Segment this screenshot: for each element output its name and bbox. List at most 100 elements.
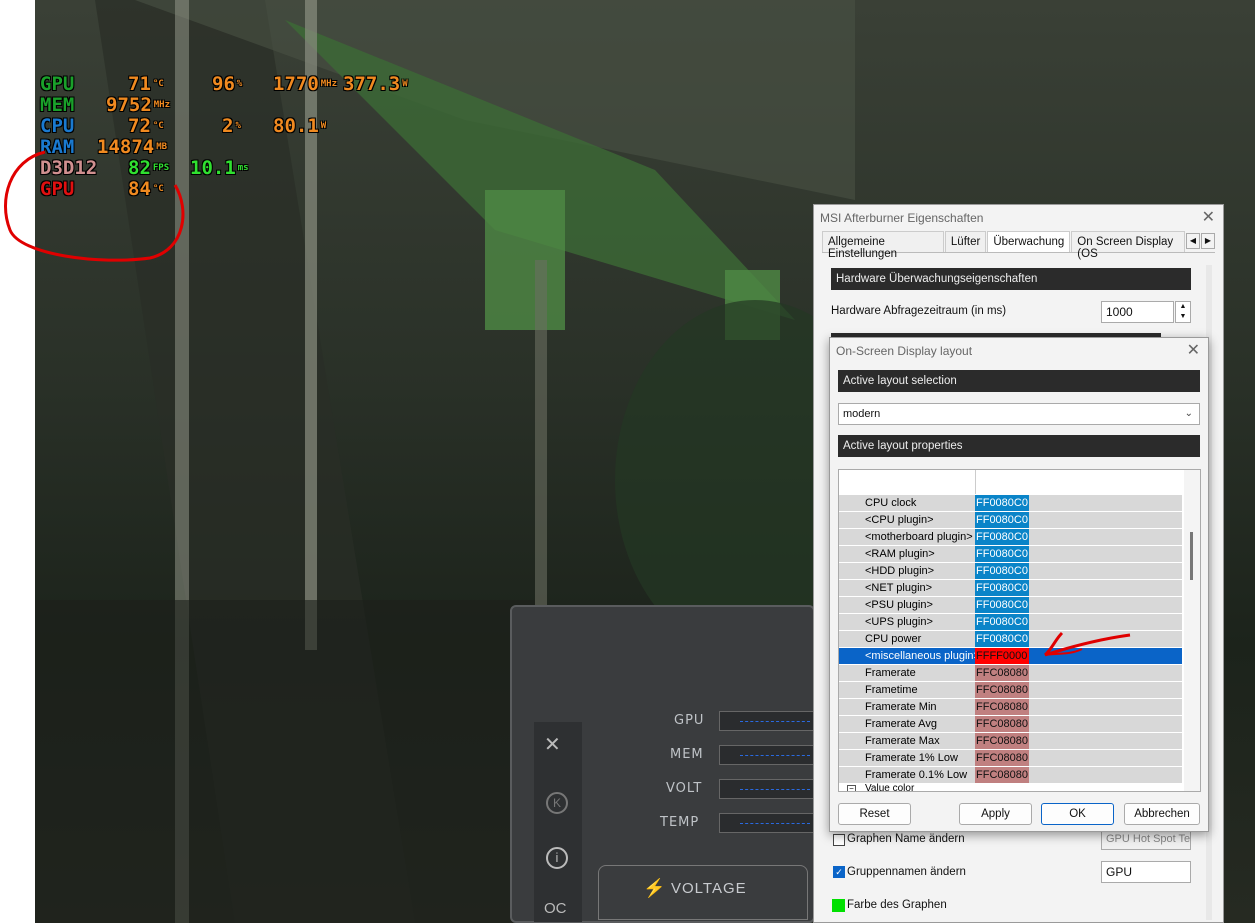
tab-scroll-left-icon[interactable]: ◀ [1186,233,1200,249]
tab-monitoring[interactable]: Überwachung [987,231,1071,252]
property-color-value[interactable]: FFC08080 [975,716,1029,732]
osd-value: 71 [128,73,151,95]
property-label: Framerate Min [839,699,975,715]
afterburner-skin: ✕ K i OC GPU MEM VOLT TEMP ⚡ VOLTAGE [510,605,815,923]
property-color-value[interactable]: FFFF0000 [975,648,1029,664]
bolt-icon: ⚡ [643,878,666,898]
hud-label-temp: TEMP [660,815,700,830]
property-color-value[interactable]: FFC08080 [975,682,1029,698]
value-color-group-row[interactable]: − Value color [839,783,1182,791]
property-color-value[interactable]: FFC08080 [975,699,1029,715]
property-row[interactable]: Framerate Min FFC08080 [839,699,1182,716]
property-row[interactable]: Framerate FFC08080 [839,665,1182,682]
layout-dropdown-value: modern [843,408,881,420]
grid-scroll-thumb[interactable] [1190,532,1193,580]
tab-osd[interactable]: On Screen Display (OS [1071,231,1185,260]
property-row[interactable]: <RAM plugin> FF0080C0 [839,546,1182,563]
chk-rename-graph-label: Graphen Name ändern [847,833,965,845]
graph-color-swatch[interactable] [832,899,845,912]
chk-rename-graph[interactable] [833,834,845,846]
osd-value: 96 [212,73,235,95]
reset-button[interactable]: Reset [838,803,911,825]
property-label: Frametime [839,682,975,698]
property-color-value[interactable]: FF0080C0 [975,529,1029,545]
group-name-input[interactable]: GPU [1101,861,1191,883]
osd-label-mem: MEM [40,94,75,116]
cancel-button[interactable]: Abbrechen [1124,803,1200,825]
tab-scroll-right-icon[interactable]: ▶ [1201,233,1215,249]
osd-unit: W [402,79,408,89]
property-color-value[interactable]: FF0080C0 [975,597,1029,613]
property-label: <CPU plugin> [839,512,975,528]
property-row-fill [1029,580,1182,596]
ok-button[interactable]: OK [1041,803,1114,825]
property-color-value[interactable]: FFC08080 [975,767,1029,783]
osd-gpu-power: 377.3 W [343,74,408,95]
osd-cpu-load: 2% [222,116,241,137]
property-label: Framerate 1% Low [839,750,975,766]
property-row[interactable]: Frametime FFC08080 [839,682,1182,699]
poll-spinner[interactable]: ▲ ▼ [1175,301,1191,323]
property-color-value[interactable]: FF0080C0 [975,563,1029,579]
property-row-fill [1029,716,1182,732]
tab-general[interactable]: Allgemeine Einstellungen [822,231,944,260]
property-color-value[interactable]: FFC08080 [975,750,1029,766]
oc-icon[interactable]: OC [544,900,567,917]
property-color-value[interactable]: FF0080C0 [975,580,1029,596]
msi-logo-icon[interactable]: ✕ [544,732,561,757]
hud-bar-volt [719,779,814,799]
property-color-value[interactable]: FF0080C0 [975,631,1029,647]
property-color-value[interactable]: FFC08080 [975,665,1029,681]
close-icon[interactable]: ✕ [1202,205,1215,231]
property-row[interactable]: Framerate Avg FFC08080 [839,716,1182,733]
property-row[interactable]: <motherboard plugin> FF0080C0 [839,529,1182,546]
collapse-icon[interactable]: − [847,785,856,791]
property-label: <motherboard plugin> [839,529,975,545]
property-row[interactable]: <NET plugin> FF0080C0 [839,580,1182,597]
property-label: <PSU plugin> [839,597,975,613]
poll-input[interactable]: 1000 [1101,301,1174,323]
property-label: <NET plugin> [839,580,975,596]
osd-mem-clock: 9752 MHz [106,95,170,116]
property-row-fill [1029,682,1182,698]
chk-rename-group[interactable]: ✓ [833,866,845,878]
osd-value: 377.3 [343,73,401,95]
k-icon[interactable]: K [546,792,568,814]
property-row[interactable]: <PSU plugin> FF0080C0 [839,597,1182,614]
property-row-fill [1029,546,1182,562]
layout-dropdown[interactable]: modern ⌄ [838,403,1200,425]
property-row[interactable]: <CPU plugin> FF0080C0 [839,512,1182,529]
property-color-value[interactable]: FF0080C0 [975,495,1029,511]
red-arrow-annotation [1043,631,1131,657]
grid-scrollbar[interactable] [1184,470,1200,791]
voltage-label: VOLTAGE [671,880,747,897]
dialog-close-icon[interactable]: ✕ [1187,338,1200,364]
property-row[interactable]: CPU clock FF0080C0 [839,495,1182,512]
osd-unit: W [320,121,327,131]
property-row-fill [1029,750,1182,766]
property-color-value[interactable]: FF0080C0 [975,512,1029,528]
apply-button[interactable]: Apply [959,803,1032,825]
dialog-title: On-Screen Display layout [836,344,973,358]
property-label: <RAM plugin> [839,546,975,562]
info-icon[interactable]: i [546,847,568,869]
tab-fan[interactable]: Lüfter [944,231,987,252]
property-row-fill [1029,733,1182,749]
property-row[interactable]: Framerate 1% Low FFC08080 [839,750,1182,767]
layout-properties-header: Active layout properties [838,435,1200,457]
layout-properties-grid: CPU clock FF0080C0 <CPU plugin> FF0080C0 <mo… [838,469,1201,792]
property-row-fill [1029,665,1182,681]
layout-selection-header: Active layout selection [838,370,1200,392]
osd-unit: MHz [320,79,338,89]
grid-header-divider [975,470,976,494]
property-row[interactable]: <HDD plugin> FF0080C0 [839,563,1182,580]
property-color-value[interactable]: FFC08080 [975,733,1029,749]
voltage-panel[interactable]: ⚡ VOLTAGE [598,865,808,920]
property-color-value[interactable]: FF0080C0 [975,614,1029,630]
property-color-value[interactable]: FF0080C0 [975,546,1029,562]
property-label: <miscellaneous plugin> [839,648,975,664]
property-row[interactable]: Framerate Max FFC08080 [839,733,1182,750]
red-circle-annotation [4,150,185,262]
property-row[interactable]: Framerate 0.1% Low FFC08080 [839,767,1182,784]
property-row-fill [1029,495,1182,511]
